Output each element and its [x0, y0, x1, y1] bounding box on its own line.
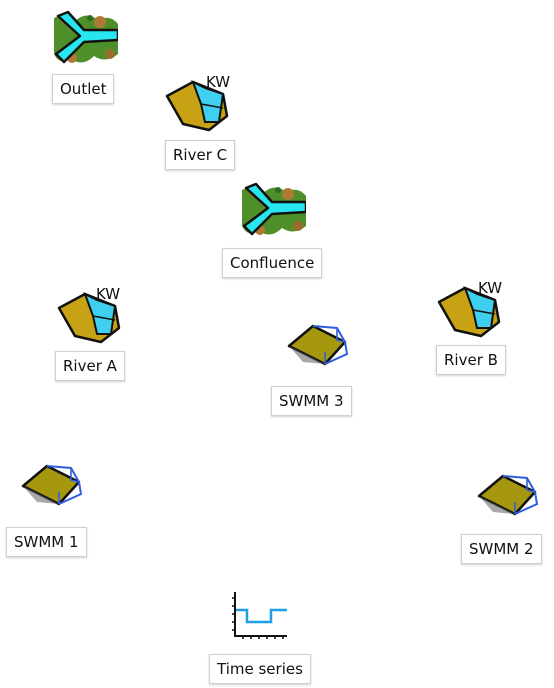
swmm-1-label[interactable]: SWMM 1 [6, 527, 87, 557]
river-b-label[interactable]: River B [436, 345, 506, 375]
time-series-icon [232, 592, 287, 639]
river-a-label[interactable]: River A [55, 351, 125, 381]
outlet-label[interactable]: Outlet [52, 74, 115, 104]
subcatchment-block-icon [21, 464, 83, 506]
junction-icon [52, 10, 118, 65]
swmm-2-label[interactable]: SWMM 2 [461, 534, 542, 564]
subcatchment-block-icon [287, 324, 349, 366]
junction-icon [240, 182, 306, 237]
swmm-3-label[interactable]: SWMM 3 [271, 386, 352, 416]
time-series-label[interactable]: Time series [209, 654, 311, 684]
kinematic-wave-badge: KW [96, 285, 121, 303]
kinematic-wave-badge: KW [206, 73, 231, 91]
kinematic-wave-badge: KW [478, 279, 503, 297]
river-c-label[interactable]: River C [165, 140, 236, 170]
subcatchment-block-icon [477, 474, 539, 516]
confluence-label[interactable]: Confluence [222, 248, 323, 278]
